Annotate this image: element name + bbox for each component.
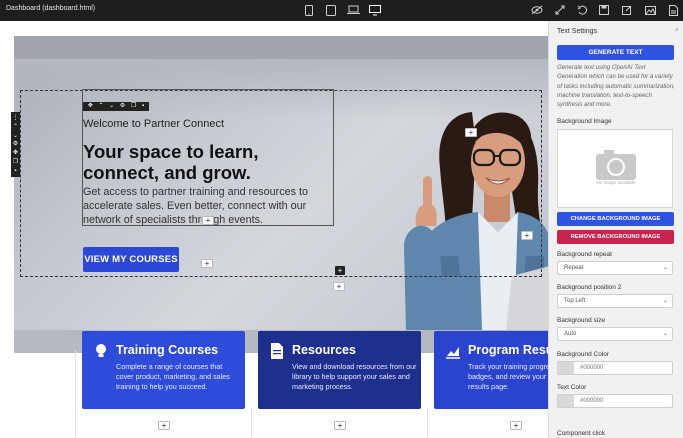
bg-color-label: Background Color: [557, 351, 610, 358]
arrow-down-icon[interactable]: ⌄: [109, 102, 114, 111]
card-title: Training Courses: [116, 343, 219, 357]
bg-image-label: Background Image: [557, 118, 612, 125]
add-block-button[interactable]: +: [510, 421, 522, 430]
training-courses-card[interactable]: Training Courses Complete a range of cou…: [82, 331, 245, 409]
add-section-button[interactable]: +: [335, 266, 345, 275]
bg-color-input[interactable]: #000000: [557, 361, 673, 375]
arrow-up-icon[interactable]: ⌃: [13, 123, 18, 131]
resources-card[interactable]: Resources View and download resources fr…: [258, 331, 421, 409]
mobile-icon[interactable]: [302, 3, 316, 17]
card-title: Program Results: [468, 343, 548, 357]
bg-size-label: Background size: [557, 317, 606, 324]
move-icon[interactable]: ✥: [13, 149, 18, 157]
program-results-card[interactable]: Program Results Track your training prog…: [434, 331, 548, 409]
save-icon[interactable]: [597, 3, 611, 17]
laptop-icon[interactable]: [346, 3, 360, 17]
bg-position-select[interactable]: Top Left ⌄: [557, 294, 673, 308]
add-block-button[interactable]: +: [202, 216, 214, 225]
bg-size-select[interactable]: Auto ⌄: [557, 327, 673, 341]
add-block-button[interactable]: +: [158, 421, 170, 430]
card-body: Track your training progress, view your …: [468, 362, 548, 391]
lightbulb-icon: [96, 344, 106, 357]
no-image-caption: No image available: [596, 180, 636, 185]
fullscreen-icon[interactable]: [553, 3, 567, 17]
add-block-button[interactable]: +: [521, 231, 533, 240]
remove-background-button[interactable]: REMOVE BACKGROUND IMAGE: [557, 230, 674, 244]
color-swatch[interactable]: [558, 395, 574, 407]
editor-canvas: ✥ ⌃ ⌄ ⚙ ❐ ▪ ⋮ ⌃ ⌄ ⚙ ✥ ❐ ▪ Welcome to Par…: [0, 21, 548, 438]
add-block-button[interactable]: +: [201, 259, 213, 268]
section-toolbar: ⋮ ⌃ ⌄ ⚙ ✥ ❐ ▪: [11, 112, 20, 177]
color-swatch[interactable]: [558, 362, 574, 374]
bg-repeat-select[interactable]: Repeat ⌄: [557, 261, 673, 275]
document-icon: [271, 343, 283, 359]
settings-panel: Text Settings × GENERATE TEXT Generate t…: [548, 21, 683, 438]
view-courses-button[interactable]: VIEW MY COURSES: [83, 247, 179, 272]
image-icon[interactable]: [643, 3, 657, 17]
desktop-icon[interactable]: [368, 3, 382, 17]
chart-icon: [446, 347, 460, 359]
chevron-down-icon: ⌄: [662, 298, 668, 304]
camera-icon: [596, 150, 636, 180]
component-click-label: Component click: [557, 430, 606, 437]
card-title: Resources: [292, 343, 356, 357]
document-title: Dashboard (dashboard.html): [6, 5, 96, 12]
change-background-button[interactable]: CHANGE BACKGROUND IMAGE: [557, 212, 674, 226]
duplicate-icon[interactable]: ❐: [131, 102, 136, 111]
tablet-icon[interactable]: [324, 3, 338, 17]
file-icon[interactable]: [666, 3, 680, 17]
add-block-button[interactable]: +: [334, 421, 346, 430]
bg-repeat-label: Background repeat: [557, 251, 612, 258]
hero-welcome-text[interactable]: Welcome to Partner Connect: [83, 118, 224, 130]
close-icon[interactable]: ×: [675, 27, 679, 34]
chevron-down-icon: ⌄: [662, 331, 668, 337]
bg-image-preview[interactable]: No image available: [557, 129, 673, 208]
duplicate-icon[interactable]: ❐: [13, 158, 18, 166]
arrow-down-icon[interactable]: ⌄: [13, 132, 18, 140]
delete-icon[interactable]: ▪: [142, 102, 144, 111]
bg-position-label: Background position 2: [557, 284, 622, 291]
generate-text-button[interactable]: GENERATE TEXT: [557, 45, 674, 60]
card-body: Complete a range of courses that cover p…: [116, 362, 230, 391]
add-block-button[interactable]: +: [333, 282, 345, 291]
generate-description: Generate text using OpenAI Text Generati…: [557, 64, 675, 109]
visibility-off-icon[interactable]: [530, 3, 544, 17]
element-toolbar: ✥ ⌃ ⌄ ⚙ ❐ ▪: [83, 102, 149, 111]
hero-headline[interactable]: Your space to learn, connect, and grow.: [83, 141, 333, 183]
text-color-input[interactable]: #000000: [557, 394, 673, 408]
chevron-down-icon: ⌄: [662, 265, 668, 271]
drag-icon[interactable]: ⋮: [13, 114, 19, 122]
settings-icon[interactable]: ⚙: [13, 140, 18, 148]
move-icon[interactable]: ✥: [88, 102, 93, 111]
panel-title: Text Settings: [557, 28, 598, 35]
settings-icon[interactable]: ⚙: [120, 102, 125, 111]
add-block-button[interactable]: +: [465, 128, 477, 137]
undo-icon[interactable]: [575, 3, 589, 17]
top-toolbar: Dashboard (dashboard.html): [0, 0, 683, 21]
arrow-up-icon[interactable]: ⌃: [99, 102, 104, 111]
delete-icon[interactable]: ▪: [14, 167, 16, 175]
edit-icon[interactable]: [620, 3, 634, 17]
card-body: View and download resources from our lib…: [292, 362, 417, 391]
text-color-label: Text Color: [557, 384, 587, 391]
